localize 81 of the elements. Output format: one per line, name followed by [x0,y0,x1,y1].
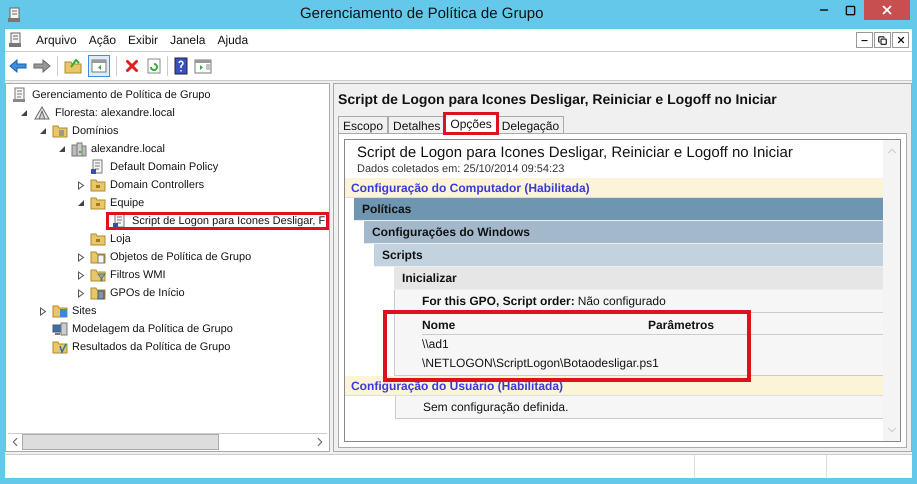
delete-icon[interactable] [123,57,141,75]
table-cell-text: \NETLOGON\ScriptLogon\Botaodesligar.ps1 [422,355,659,372]
window-title: Gerenciamento de Política de Grupo [300,4,544,24]
app-icon[interactable] [8,32,24,48]
action-pane-icon[interactable] [194,58,212,74]
folder-icon [52,340,68,354]
tree-item[interactable]: Gerenciamento de Política de Grupo [10,87,213,103]
folder-icon [90,178,106,192]
group-heading: Políticas [354,198,883,221]
restore-button[interactable] [874,32,891,48]
tree-item[interactable]: Resultados da Política de Grupo [50,340,232,354]
collapsed-arrow-icon[interactable] [77,270,85,280]
column-header: Nome [422,317,456,334]
scrollbar-thumb[interactable] [22,434,219,450]
restore-icon [878,36,887,44]
menu-item[interactable]: Exibir [122,31,164,49]
app-icon[interactable] [7,6,23,22]
console-tree-button[interactable] [88,55,110,77]
detail-title: Script de Logon para Icones Desligar, Reiniciar e Logoff no Iniciar [338,90,778,109]
tab[interactable]: Delegação [496,116,564,133]
tree-item[interactable]: Default Domain Policy [88,159,220,175]
close-button[interactable] [892,32,909,48]
tree-item[interactable]: alexandre.local [69,142,167,156]
computer-icon [52,322,68,336]
column-header: Parâmetros [648,317,714,334]
menu-item[interactable]: Janela [164,31,212,49]
folder-icon [52,304,68,318]
tree-item[interactable]: Script de Logon para Icones Desligar, F [107,213,328,229]
expanded-arrow-icon[interactable] [58,145,66,153]
tab[interactable]: Opções [445,114,497,133]
forward-arrow-icon[interactable] [33,59,51,73]
close-icon [880,3,894,17]
folder-icon [90,250,106,264]
folder-up-icon[interactable] [64,58,82,74]
group-heading: Configurações do Windows [364,221,883,244]
forest-icon [33,106,51,120]
folder-icon [90,268,106,282]
tree-item[interactable]: Floresta: alexandre.local [31,106,177,120]
setting-row: For this GPO, Script order: Não configurado [394,290,883,313]
server-icon [71,142,87,156]
collapsed-arrow-icon[interactable] [77,180,85,190]
report-title: Script de Logon para Icones Desligar, Reiniciar e Logoff no Iniciar [356,143,794,162]
menu-item[interactable]: Ação [82,31,122,49]
menu-item[interactable]: Arquivo [30,31,83,49]
expanded-arrow-icon[interactable] [39,127,47,135]
folder-icon [52,124,68,138]
help-icon[interactable] [174,57,188,75]
tree-item[interactable]: Domain Controllers [88,178,206,192]
tab[interactable]: Escopo [338,116,388,133]
tree-item[interactable]: Filtros WMI [88,268,168,282]
menu-item[interactable]: Ajuda [211,31,254,49]
refresh-icon[interactable] [147,58,161,74]
tab[interactable]: Detalhes [388,116,446,133]
tree-item[interactable]: Modelagem da Política de Grupo [50,322,235,336]
scroll-icon [12,87,28,103]
collapsed-arrow-icon[interactable] [77,288,85,298]
collected-date: Dados coletados em: 25/10/2014 09:54:23 [356,162,566,176]
table-cell-text: \\ad1 [422,336,449,353]
folder-icon [90,196,106,210]
panel-icon [91,59,107,73]
collapsed-arrow-icon[interactable] [77,252,85,262]
tree-item[interactable]: Objetos de Política de Grupo [88,250,254,264]
back-arrow-icon[interactable] [9,59,27,73]
tree-item[interactable]: Domínios [50,124,120,138]
folder-icon [90,286,106,300]
horizontal-scrollbar[interactable] [8,433,327,450]
expanded-arrow-icon[interactable] [77,199,85,207]
tree-item[interactable]: Sites [50,304,98,318]
tree-item[interactable]: GPOs de Início [88,286,187,300]
folder-icon [90,232,106,246]
note-text: Sem configuração definida. [395,396,883,419]
collapsed-arrow-icon[interactable] [39,306,47,316]
tree-item[interactable]: Equipe [88,196,146,210]
section-heading[interactable]: Configuração do Computador (Habilitada) [345,178,883,198]
maximize-icon [845,4,856,16]
group-heading: Inicializar [394,267,883,290]
expanded-arrow-icon[interactable] [20,109,28,117]
group-heading: Scripts [374,244,883,267]
close-icon [896,35,906,45]
minimize-button[interactable] [856,32,873,48]
tree-item[interactable]: Loja [88,232,133,246]
